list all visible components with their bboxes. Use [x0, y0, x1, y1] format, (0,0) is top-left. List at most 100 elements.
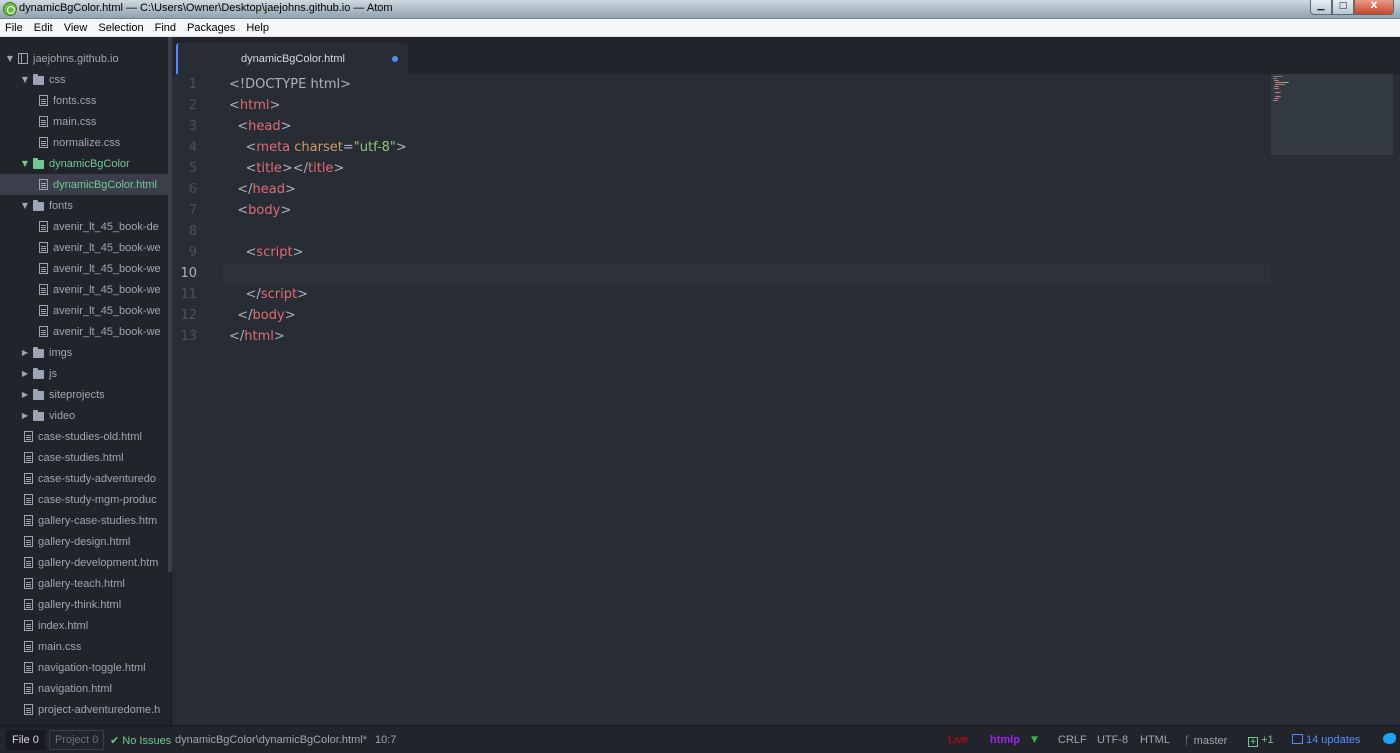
- grammar[interactable]: HTML: [1140, 734, 1170, 746]
- code-line[interactable]: <title></title>: [229, 158, 345, 179]
- maximize-button[interactable]: □: [1332, 0, 1354, 15]
- code-line[interactable]: <html>: [229, 95, 280, 116]
- twitter-bird-icon[interactable]: [1383, 733, 1396, 744]
- tree-file-case-studies-html[interactable]: case-studies.html: [0, 447, 168, 468]
- code-line[interactable]: </body>: [229, 305, 295, 326]
- tree-item-label: case-study-mgm-produc: [38, 493, 157, 506]
- tree-file-case-studies-old-html[interactable]: case-studies-old.html: [0, 426, 168, 447]
- line-number[interactable]: 8: [173, 221, 197, 242]
- htmlp-dropdown-icon[interactable]: ▼: [1031, 735, 1038, 745]
- code-line[interactable]: </script>: [229, 284, 308, 305]
- chevron-down-icon[interactable]: ▼: [5, 54, 15, 63]
- tree-file-avenir-lt-45-book-we[interactable]: avenir_lt_45_book-we: [0, 279, 168, 300]
- tree-file-gallery-think-html[interactable]: gallery-think.html: [0, 594, 168, 615]
- tree-folder-js[interactable]: ▶ js: [0, 363, 168, 384]
- line-ending[interactable]: CRLF: [1058, 734, 1087, 746]
- tree-file-avenir-lt-45-book-we[interactable]: avenir_lt_45_book-we: [0, 237, 168, 258]
- line-number[interactable]: 6: [173, 179, 197, 200]
- menu-find[interactable]: Find: [155, 22, 176, 34]
- linter-file-tab[interactable]: File 0: [6, 730, 45, 750]
- tree-view-scrollbar[interactable]: [168, 37, 172, 572]
- tree-file-gallery-teach-html[interactable]: gallery-teach.html: [0, 573, 168, 594]
- line-number[interactable]: 13: [173, 326, 197, 347]
- close-button[interactable]: X: [1354, 0, 1394, 15]
- git-changes[interactable]: + +1: [1248, 734, 1274, 747]
- git-branch[interactable]: ᚴ master: [1184, 734, 1227, 747]
- atom-app-icon[interactable]: [3, 2, 17, 16]
- tree-file-fonts-css[interactable]: fonts.css: [0, 90, 168, 111]
- linter-status[interactable]: ✔ No Issues: [110, 734, 171, 747]
- tree-file-avenir-lt-45-book-we[interactable]: avenir_lt_45_book-we: [0, 321, 168, 342]
- encoding[interactable]: UTF-8: [1097, 734, 1128, 746]
- minimap[interactable]: [1271, 74, 1393, 155]
- tree-file-case-study-mgm-produc[interactable]: case-study-mgm-produc: [0, 489, 168, 510]
- cursor-position[interactable]: 10:7: [375, 734, 396, 746]
- minimap-line: [1277, 98, 1279, 99]
- menu-selection[interactable]: Selection: [98, 22, 143, 34]
- tree-file-normalize-css[interactable]: normalize.css: [0, 132, 168, 153]
- chevron-down-icon[interactable]: ▼: [20, 201, 30, 210]
- tree-file-main-css[interactable]: main.css: [0, 636, 168, 657]
- code-line[interactable]: <meta charset="utf-8">: [229, 137, 407, 158]
- status-bar: File 0 Project 0 ✔ No Issues dynamicBgCo…: [0, 725, 1400, 753]
- menu-edit[interactable]: Edit: [34, 22, 53, 34]
- line-number[interactable]: 4: [173, 137, 197, 158]
- menu-view[interactable]: View: [64, 22, 88, 34]
- line-number[interactable]: 7: [173, 200, 197, 221]
- file-icon: [24, 599, 33, 610]
- tree-file-navigation-toggle-html[interactable]: navigation-toggle.html: [0, 657, 168, 678]
- live-server-label[interactable]: Live: [948, 734, 968, 746]
- linter-project-tab[interactable]: Project 0: [49, 730, 105, 750]
- tree-file-navigation-html[interactable]: navigation.html: [0, 678, 168, 699]
- line-number[interactable]: 10: [173, 263, 197, 284]
- code-line[interactable]: </html>: [229, 326, 285, 347]
- tree-file-gallery-design-html[interactable]: gallery-design.html: [0, 531, 168, 552]
- tree-folder-dynamicbgcolor[interactable]: ▼ dynamicBgColor: [0, 153, 168, 174]
- menu-help[interactable]: Help: [246, 22, 269, 34]
- chevron-down-icon[interactable]: ▼: [20, 75, 30, 84]
- tree-folder-video[interactable]: ▶ video: [0, 405, 168, 426]
- tree-folder-css[interactable]: ▼ css: [0, 69, 168, 90]
- line-number[interactable]: 11: [173, 284, 197, 305]
- code-line[interactable]: <!DOCTYPE html>: [229, 74, 351, 95]
- tree-folder-jaejohns-github-io[interactable]: ▼ jaejohns.github.io: [0, 48, 168, 69]
- tree-item-label: case-study-adventuredo: [38, 472, 157, 485]
- htmlp-label[interactable]: htmlp: [990, 734, 1020, 746]
- line-number[interactable]: 3: [173, 116, 197, 137]
- menu-packages[interactable]: Packages: [187, 22, 235, 34]
- tree-file-case-study-adventuredo[interactable]: case-study-adventuredo: [0, 468, 168, 489]
- tree-file-dynamicbgcolor-html[interactable]: dynamicBgColor.html: [0, 174, 168, 195]
- tree-file-gallery-case-studies-htm[interactable]: gallery-case-studies.htm: [0, 510, 168, 531]
- file-path[interactable]: dynamicBgColor\dynamicBgColor.html*: [175, 734, 367, 746]
- code-line[interactable]: <body>: [229, 200, 291, 221]
- tree-file-avenir-lt-45-book-de[interactable]: avenir_lt_45_book-de: [0, 216, 168, 237]
- chevron-right-icon[interactable]: ▶: [20, 348, 30, 357]
- tree-folder-siteprojects[interactable]: ▶ siteprojects: [0, 384, 168, 405]
- tab-dynamicbgcolor-html[interactable]: dynamicBgColor.html: [176, 43, 408, 74]
- chevron-right-icon[interactable]: ▶: [20, 390, 30, 399]
- tree-file-project-adventuredome-h[interactable]: project-adventuredome.h: [0, 699, 168, 720]
- line-number[interactable]: 5: [173, 158, 197, 179]
- code-line[interactable]: <script>: [229, 242, 304, 263]
- line-number[interactable]: 1: [173, 74, 197, 95]
- tree-file-index-html[interactable]: index.html: [0, 615, 168, 636]
- chevron-right-icon[interactable]: ▶: [20, 411, 30, 420]
- line-number[interactable]: 9: [173, 242, 197, 263]
- tree-file-avenir-lt-45-book-we[interactable]: avenir_lt_45_book-we: [0, 258, 168, 279]
- minimize-button[interactable]: ▁: [1310, 0, 1332, 15]
- code-line[interactable]: </head>: [229, 179, 296, 200]
- line-number[interactable]: 2: [173, 95, 197, 116]
- tree-file-main-css[interactable]: main.css: [0, 111, 168, 132]
- chevron-right-icon[interactable]: ▶: [20, 369, 30, 378]
- code-line[interactable]: <head>: [229, 116, 291, 137]
- tree-file-gallery-development-htm[interactable]: gallery-development.htm: [0, 552, 168, 573]
- chevron-down-icon[interactable]: ▼: [20, 159, 30, 168]
- tree-file-avenir-lt-45-book-we[interactable]: avenir_lt_45_book-we: [0, 300, 168, 321]
- package-updates[interactable]: 14 updates: [1292, 734, 1360, 746]
- tree-folder-fonts[interactable]: ▼ fonts: [0, 195, 168, 216]
- modified-indicator-icon[interactable]: [392, 56, 398, 62]
- tree-folder-imgs[interactable]: ▶ imgs: [0, 342, 168, 363]
- tree-item-label: gallery-case-studies.htm: [38, 514, 158, 527]
- line-number[interactable]: 12: [173, 305, 197, 326]
- menu-file[interactable]: File: [5, 22, 23, 34]
